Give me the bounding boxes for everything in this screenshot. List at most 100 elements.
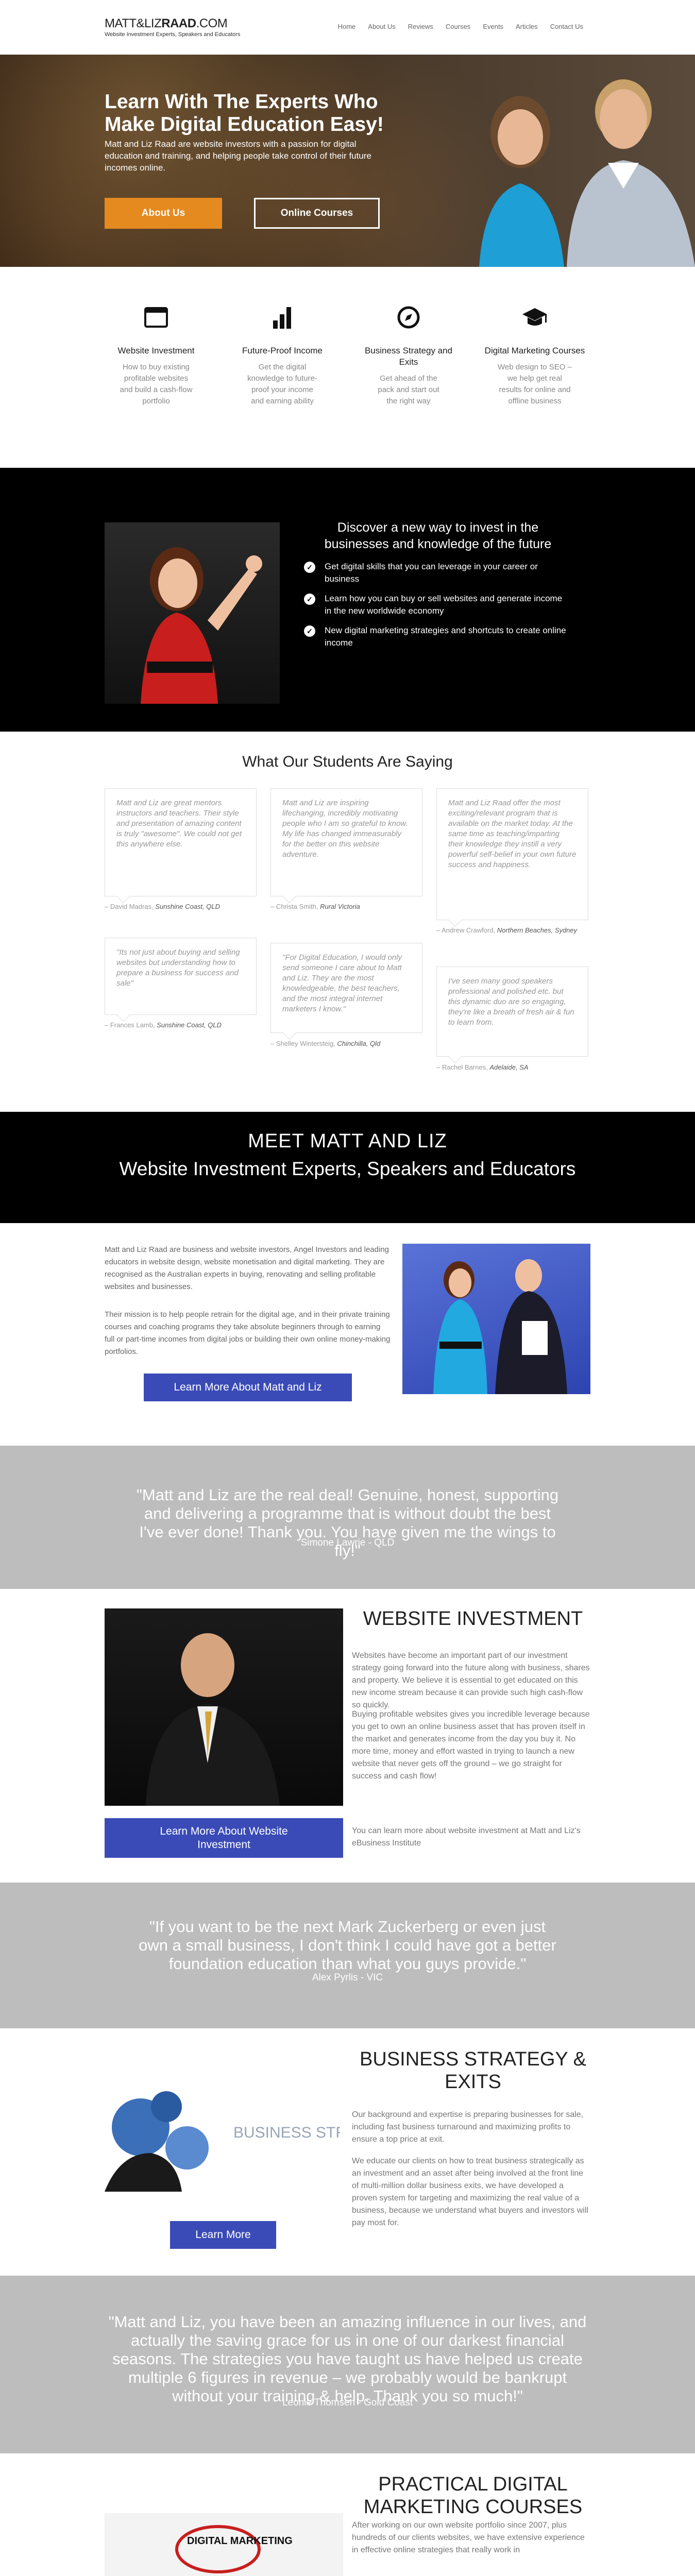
learn-more-button[interactable]: Learn More xyxy=(170,2221,276,2249)
feature-title: Website Investment xyxy=(117,346,195,355)
learn-more-website-investment-button[interactable]: Learn More About Website Investment xyxy=(105,1818,343,1858)
testimonial-card: I've seen many good speakers professiona… xyxy=(436,967,588,1057)
testimonial-author: – Christa Smith, Rural Victoria xyxy=(270,903,360,910)
discover-title: Discover a new way to invest in the busi… xyxy=(324,520,552,551)
browser-icon xyxy=(105,302,208,333)
quote-section: "If you want to be the next Mark Zuckerb… xyxy=(0,1883,695,2028)
testimonials-title: What Our Students Are Saying xyxy=(242,753,453,770)
meet-subtitle: Website Investment Experts, Speakers and… xyxy=(119,1158,576,1179)
list-item-text: Get digital skills that you can leverage… xyxy=(325,562,538,584)
section-title: BUSINESS STRATEGY & EXITS xyxy=(360,2048,586,2093)
quote-author: Simone Lawrie - QLD xyxy=(300,1537,395,1548)
quote-text: "Matt and Liz, you have been an amazing … xyxy=(108,2313,587,2405)
section-title: PRACTICAL DIGITAL MARKETING COURSES xyxy=(363,2473,583,2518)
testimonial-author: – Rachel Barnes, Adelaide, SA xyxy=(436,1063,529,1071)
nav-about-us[interactable]: About Us xyxy=(368,23,395,30)
author-place: Sunshine Coast, QLD xyxy=(155,903,221,910)
testimonial-card: Matt and Liz Raad offer the most excitin… xyxy=(436,788,588,920)
list-item: ✓ Get digital skills that you can leverag… xyxy=(304,561,592,585)
speaker-man-photo xyxy=(105,1608,343,1806)
author-name: – Andrew Crawford, xyxy=(436,926,496,934)
testimonials-section: What Our Students Are Saying Matt and Li… xyxy=(0,732,695,1112)
feature-title: Digital Marketing Courses xyxy=(484,346,585,355)
list-item-text: New digital marketing strategies and sho… xyxy=(325,625,566,648)
hero-section: Learn With The Experts Who Make Digital … xyxy=(0,55,695,267)
about-us-button[interactable]: About Us xyxy=(105,198,222,229)
author-name: – David Madras, xyxy=(105,903,154,910)
check-icon: ✓ xyxy=(304,594,315,605)
logo-main: MATT&LIZ xyxy=(105,16,162,30)
meet-section: MEET MATT AND LIZ Website Investment Exp… xyxy=(0,1112,695,1223)
discover-section: Discover a new way to invest in the busi… xyxy=(0,468,695,732)
logo-tagline: Website Investment Experts, Speakers and… xyxy=(105,31,241,38)
testimonial-author: – David Madras, Sunshine Coast, QLD xyxy=(105,903,220,910)
nav-home[interactable]: Home xyxy=(338,23,356,30)
feature-text: Get the digital knowledge to future-proo… xyxy=(247,363,317,405)
about-paragraph: Matt and Liz Raad are business and websi… xyxy=(105,1245,389,1291)
speaker-photo xyxy=(105,522,280,704)
author-name: – Rachel Barnes, xyxy=(436,1063,488,1071)
quote-author: Leonie Thomsen - Gold Coast xyxy=(282,2397,413,2408)
testimonial-author: – Frances Lamb, Sunshine Coast, QLD xyxy=(105,1021,222,1029)
nav-events[interactable]: Events xyxy=(483,23,503,30)
bar-chart-icon xyxy=(231,302,334,333)
website-investment-section: WEBSITE INVESTMENT Websites have become … xyxy=(0,1589,695,1883)
testimonial-card: Matt and Liz are inspiring lifechanging,… xyxy=(270,788,422,896)
author-name: – Shelley Wintersteig, xyxy=(270,1040,335,1047)
list-item: ✓ New digital marketing strategies and sh… xyxy=(304,624,592,649)
digital-marketing-image: DIGITAL MARKETING xyxy=(105,2513,343,2576)
about-section: Matt and Liz Raad are business and websi… xyxy=(0,1223,695,1446)
section-paragraph: After working on our own website portfol… xyxy=(352,2521,585,2554)
feature-title: Business Strategy and Exits xyxy=(364,346,453,367)
business-strategy-section: BUSINESS STRATEGY & EXITS BUSINESS STRAT… xyxy=(0,2028,695,2276)
hero-text: Matt and Liz Raad are website investors … xyxy=(105,139,371,173)
section-paragraph: Websites have become an important part o… xyxy=(352,1651,590,1709)
graduation-cap-icon xyxy=(483,302,586,333)
feature-text: Web design to SEO – we help get real res… xyxy=(498,363,572,405)
discover-list: ✓ Get digital skills that you can leverag… xyxy=(304,561,592,656)
site-header: MATT&LIZRAAD.COM Website Investment Expe… xyxy=(0,0,695,55)
feature-digital-marketing: Digital Marketing Courses Web design to … xyxy=(483,302,586,407)
check-icon: ✓ xyxy=(304,625,315,637)
testimonial-card: Matt and Liz are great mentors instructo… xyxy=(105,788,257,896)
author-place: Adelaide, SA xyxy=(489,1063,529,1071)
digital-marketing-section: PRACTICAL DIGITAL MARKETING COURSES DIGI… xyxy=(0,2453,695,2576)
meet-title: MEET MATT AND LIZ xyxy=(248,1130,447,1152)
testimonial-card: "Its not just about buying and selling w… xyxy=(105,938,257,1015)
logo-bold: RAAD xyxy=(161,16,196,30)
author-place: Sunshine Coast, QLD xyxy=(157,1021,222,1029)
author-place: Chinchilla, Qld xyxy=(337,1040,381,1047)
author-place: Northern Beaches, Sydney xyxy=(497,926,578,934)
image-caption: BUSINESS STRATEGY xyxy=(233,2124,340,2141)
hero-people-image xyxy=(479,79,695,267)
quote-text: "If you want to be the next Mark Zuckerb… xyxy=(139,1918,556,1973)
nav-reviews[interactable]: Reviews xyxy=(408,23,433,30)
image-caption: DIGITAL MARKETING xyxy=(187,2535,293,2547)
quote-text: "Matt and Liz are the real deal! Genuine… xyxy=(136,1486,559,1560)
list-item-text: Learn how you can buy or sell websites a… xyxy=(325,594,563,616)
compass-icon xyxy=(357,302,460,333)
section-paragraph: Our background and expertise is preparin… xyxy=(352,2110,584,2144)
testimonial-author: – Andrew Crawford, Northern Beaches, Syd… xyxy=(436,926,577,934)
section-title: WEBSITE INVESTMENT xyxy=(363,1608,583,1630)
check-icon: ✓ xyxy=(304,562,315,573)
testimonial-author: – Shelley Wintersteig, Chinchilla, Qld xyxy=(270,1040,380,1047)
nav-courses[interactable]: Courses xyxy=(446,23,470,30)
features-section: Website Investment How to buy existing p… xyxy=(0,267,695,468)
feature-website-investment: Website Investment How to buy existing p… xyxy=(105,302,208,407)
nav-contact-us[interactable]: Contact Us xyxy=(550,23,583,30)
main-nav: Home About Us Reviews Courses Events Art… xyxy=(326,23,583,30)
learn-more-about-button[interactable]: Learn More About Matt and Liz xyxy=(144,1374,352,1401)
site-logo[interactable]: MATT&LIZRAAD.COM Website Investment Expe… xyxy=(105,16,240,38)
section-paragraph: We educate our clients on how to treat b… xyxy=(352,2157,588,2227)
author-place: Rural Victoria xyxy=(320,903,360,910)
nav-articles[interactable]: Articles xyxy=(516,23,538,30)
quote-section: "Matt and Liz are the real deal! Genuine… xyxy=(0,1446,695,1589)
feature-future-proof-income: Future-Proof Income Get the digital know… xyxy=(231,302,334,407)
author-name: – Christa Smith, xyxy=(270,903,318,910)
business-strategy-image: BUSINESS STRATEGY xyxy=(105,2081,340,2192)
online-courses-button[interactable]: Online Courses xyxy=(254,198,380,229)
about-paragraph: Their mission is to help people retrain … xyxy=(105,1310,391,1356)
section-paragraph: Buying profitable websites gives you inc… xyxy=(352,1710,590,1781)
feature-text: Get ahead of the pack and start out the … xyxy=(378,374,439,405)
